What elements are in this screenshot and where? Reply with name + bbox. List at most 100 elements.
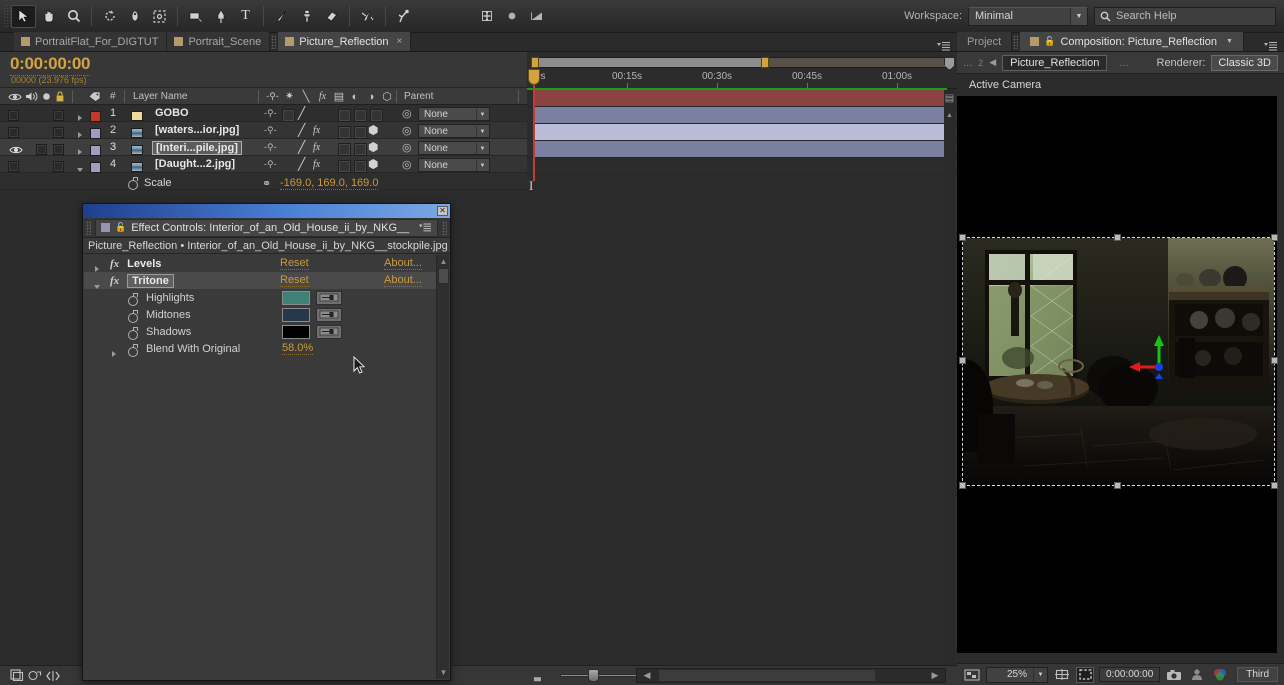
layer-lock-toggle[interactable] — [53, 144, 64, 155]
scroll-up-arrow-icon[interactable]: ▲ — [944, 110, 955, 121]
zoom-slider-knob[interactable] — [588, 669, 599, 682]
selection-handle-mr[interactable] — [1271, 357, 1278, 364]
layer-visibility-toggle[interactable] — [8, 110, 19, 121]
parent-column-label[interactable]: Parent — [404, 88, 433, 105]
label-column-icon[interactable] — [88, 88, 101, 105]
layer-bar-4[interactable] — [527, 141, 957, 158]
adjustment-switch-icon[interactable]: ◑ — [363, 91, 379, 103]
parent-pickwhip-icon[interactable]: ◎ — [402, 105, 412, 121]
shy-switch[interactable]: -⚲- — [264, 122, 277, 138]
scroll-right-arrow-icon[interactable]: ▶ — [925, 669, 945, 682]
layer-color-swatch[interactable] — [90, 127, 101, 139]
clone-stamp-tool-button[interactable] — [294, 5, 319, 28]
panel-grip-right[interactable] — [442, 220, 447, 235]
composition-viewer[interactable] — [957, 96, 1278, 653]
tab-effect-controls[interactable]: 🔓 Effect Controls: Interior_of_an_Old_Ho… — [95, 218, 438, 237]
parent-select[interactable]: None ▼ — [418, 158, 490, 172]
three-d-switch[interactable]: ⬢ — [368, 139, 378, 155]
effect-name[interactable]: Levels — [127, 258, 161, 270]
toggle-transparency-grid-icon[interactable] — [963, 667, 981, 683]
three-d-switch-icon[interactable]: ⬡ — [379, 90, 395, 103]
stopwatch-icon[interactable] — [128, 176, 138, 190]
pan-behind-tool-button[interactable] — [147, 5, 172, 28]
parent-pickwhip-icon[interactable]: ◎ — [402, 156, 412, 172]
panel-menu-icon[interactable] — [419, 223, 432, 232]
layer-visibility-toggle[interactable] — [8, 127, 19, 138]
renderer-value[interactable]: Classic 3D — [1211, 54, 1278, 71]
three-d-switch[interactable] — [370, 108, 383, 122]
parent-select[interactable]: None ▼ — [418, 124, 490, 138]
chevron-down-icon[interactable]: ▼ — [476, 160, 488, 171]
tab-portrait-scene[interactable]: Portrait_Scene — [167, 32, 271, 51]
three-d-switch[interactable]: ⬢ — [368, 156, 378, 172]
solo-column-icon[interactable] — [42, 88, 51, 105]
effect-row-levels[interactable]: fx Levels Reset About... — [84, 255, 437, 272]
show-snapshot-icon[interactable] — [1188, 667, 1206, 683]
table-row[interactable]: 2 [waters...ior.jpg] -⚲- ╱ fx ⬢ ◎ None ▼ — [0, 122, 527, 139]
layer-lock-toggle[interactable] — [53, 110, 64, 121]
color-swatch-shadows[interactable] — [282, 324, 310, 339]
zoom-tool-button[interactable] — [61, 5, 86, 28]
work-area-start-handle[interactable] — [531, 57, 539, 68]
layer-bar-1[interactable] — [527, 90, 957, 107]
work-area-end-handle[interactable] — [761, 57, 769, 68]
resolution-quality-chip[interactable]: Third — [1237, 667, 1279, 682]
world-axis-mode-icon[interactable] — [499, 5, 524, 28]
hand-tool-button[interactable] — [36, 5, 61, 28]
table-row[interactable]: 4 [Daught...2.jpg] -⚲- ╱ fx ⬢ ◎ None ▼ — [0, 156, 527, 173]
effect-controls-scrollbar[interactable]: ▲ ▼ — [436, 255, 449, 679]
layer-name[interactable]: [Interi...pile.jpg] — [152, 141, 242, 155]
collapse-layer-triangle-icon[interactable] — [77, 168, 83, 172]
zoom-out-icon[interactable]: ▃ — [534, 671, 541, 682]
tab-grip[interactable] — [1013, 35, 1019, 49]
view-axis-mode-icon[interactable] — [524, 5, 549, 28]
selection-handle-bc[interactable] — [1114, 482, 1121, 489]
shy-switch[interactable]: -⚲- — [264, 139, 277, 155]
selection-handle-tr[interactable] — [1271, 234, 1278, 241]
quality-switch[interactable]: ╱ — [298, 156, 305, 172]
eyedropper-button[interactable] — [316, 324, 342, 339]
table-row[interactable]: 3 [Interi...pile.jpg] -⚲- ╱ fx ⬢ ◎ None … — [0, 139, 527, 156]
shy-switch[interactable]: -⚲- — [264, 156, 277, 172]
about-link[interactable]: About... — [384, 274, 422, 287]
chevron-down-icon[interactable]: ▼ — [1033, 667, 1047, 682]
frame-blend-switch[interactable] — [338, 108, 351, 122]
chevron-down-icon[interactable]: ▼ — [476, 126, 488, 137]
three-d-switch[interactable]: ⬢ — [368, 122, 378, 138]
toggle-switches-modes-icon[interactable] — [8, 668, 26, 684]
zoom-level-select[interactable]: 25% ▼ — [986, 666, 1048, 683]
roto-brush-tool-button[interactable] — [355, 5, 380, 28]
local-axis-mode-icon[interactable] — [474, 5, 499, 28]
tab-project[interactable]: Project — [957, 32, 1013, 51]
color-swatch-highlights[interactable] — [282, 290, 310, 305]
reset-link[interactable]: Reset — [280, 274, 309, 287]
nav-back-arrow-icon[interactable]: ◀ — [989, 57, 996, 68]
quality-switch[interactable]: ╱ — [298, 105, 305, 121]
toolbar-grip[interactable] — [3, 4, 11, 28]
layer-color-swatch[interactable] — [90, 161, 101, 173]
quality-switch-icon[interactable]: ╲ — [298, 90, 314, 103]
zoom-slider-track[interactable] — [560, 674, 640, 677]
take-snapshot-icon[interactable] — [1165, 667, 1183, 683]
frame-blend-switch[interactable] — [338, 159, 351, 173]
viewer-timecode[interactable]: 0:00:00:00 — [1099, 667, 1161, 682]
property-row-highlights[interactable]: Highlights — [84, 289, 437, 306]
type-tool-button[interactable]: T — [233, 5, 258, 28]
timeline-horizontal-scrollbar[interactable]: ◀ ▶ — [636, 668, 946, 683]
selection-handle-bl[interactable] — [959, 482, 966, 489]
comp-name-chip[interactable]: Picture_Reflection — [1002, 54, 1108, 71]
layer-bar-3[interactable] — [527, 124, 957, 141]
effect-controls-window[interactable]: ✕ 🔓 Effect Controls: Interior_of_an_Old_… — [82, 203, 451, 681]
about-link[interactable]: About... — [384, 257, 422, 270]
channel-rgb-icon[interactable] — [1211, 667, 1229, 683]
layer-name-column-label[interactable]: Layer Name — [133, 88, 187, 105]
layer-name[interactable]: [Daught...2.jpg] — [155, 158, 235, 170]
scroll-down-arrow-icon[interactable]: ▼ — [437, 666, 450, 679]
collapse-switch-icon[interactable]: ✷ — [281, 91, 298, 102]
eraser-tool-button[interactable] — [319, 5, 344, 28]
layer-name[interactable]: [waters...ior.jpg] — [155, 124, 239, 136]
chevron-down-icon[interactable]: ▼ — [476, 143, 488, 154]
eyedropper-button[interactable] — [316, 307, 342, 322]
eyedropper-button[interactable] — [316, 290, 342, 305]
lock-icon[interactable]: 🔓 — [1044, 36, 1055, 47]
